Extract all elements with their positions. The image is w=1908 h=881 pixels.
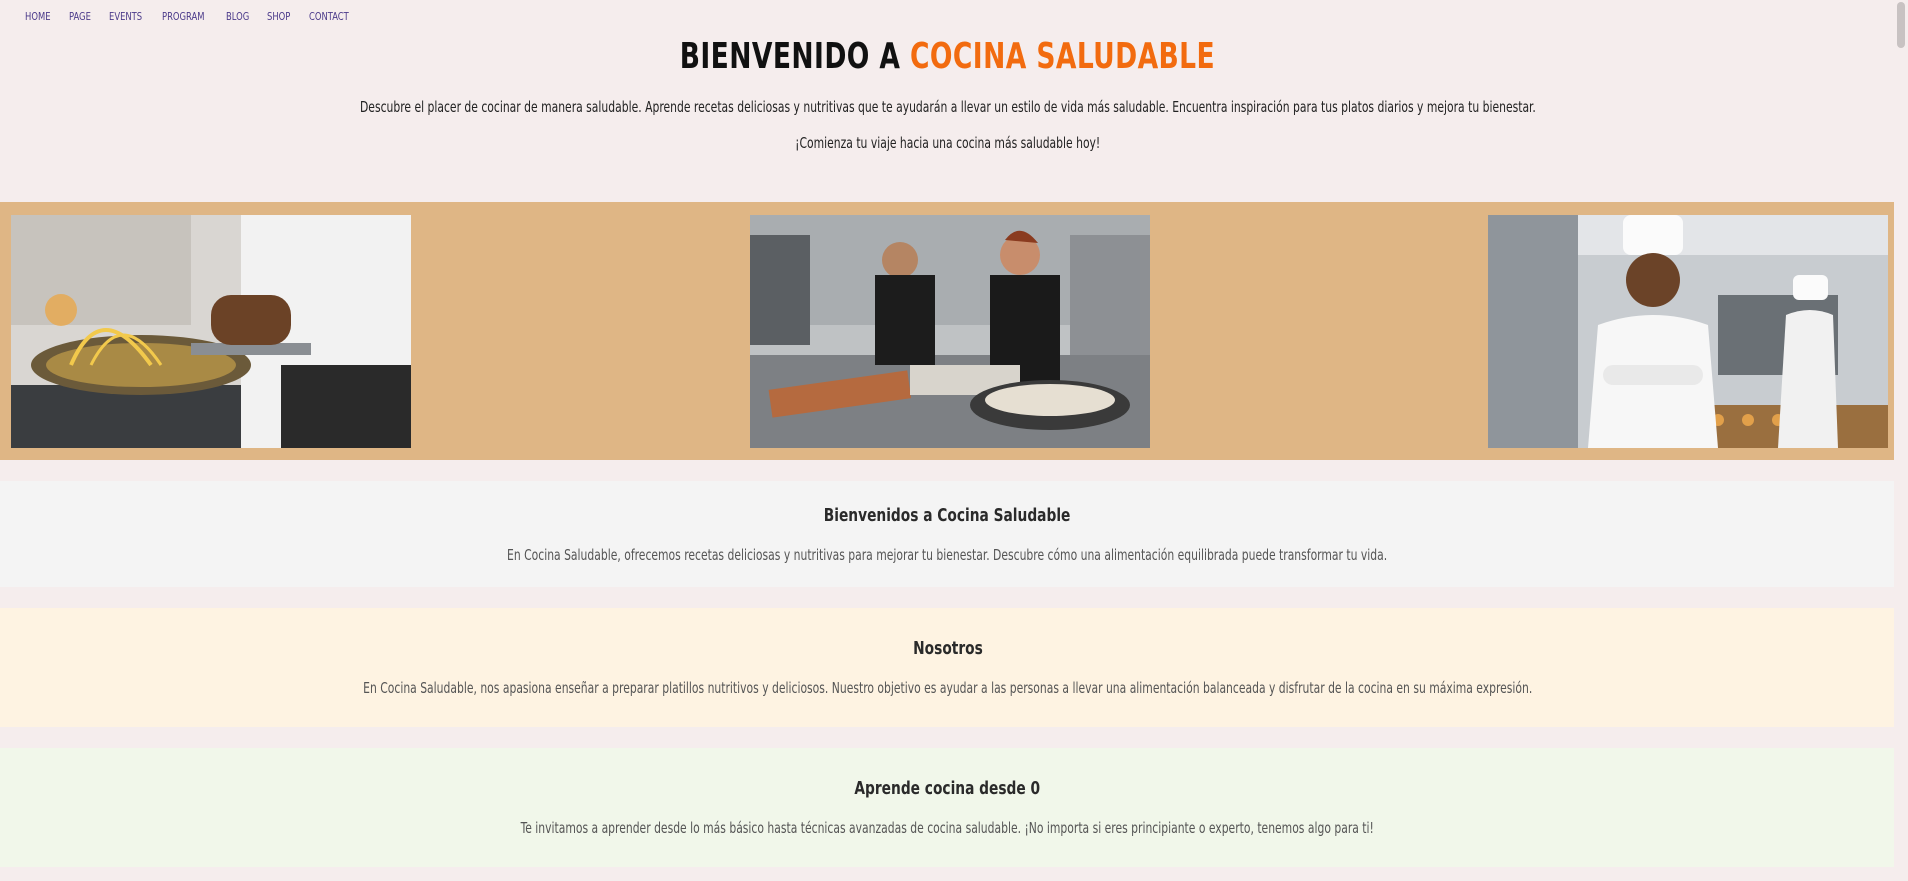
about-section: Nosotros En Cocina Saludable, nos apasio… — [0, 608, 1895, 727]
cooks-preparing-food-photo — [750, 215, 1150, 448]
page-title: BIENVENIDO A COCINA SALUDABLE — [680, 36, 1215, 77]
nav-home-link[interactable]: HOME — [25, 10, 51, 23]
wok-cooking-photo — [11, 215, 411, 448]
welcome-section: Bienvenidos a Cocina Saludable En Cocina… — [0, 481, 1895, 587]
nav-shop-link[interactable]: SHOP — [267, 10, 290, 23]
page-scrollbar[interactable] — [1894, 0, 1908, 881]
smiling-chef-photo — [1488, 215, 1888, 448]
title-accent: COCINA SALUDABLE — [910, 36, 1216, 77]
nav-events-link[interactable]: EVENTS — [109, 10, 142, 23]
learn-heading: Aprende cocina desde 0 — [854, 778, 1041, 799]
photo-gallery — [0, 202, 1895, 460]
welcome-heading: Bienvenidos a Cocina Saludable — [824, 505, 1071, 526]
nav-blog-link[interactable]: BLOG — [226, 10, 249, 23]
hero-section: BIENVENIDO A COCINA SALUDABLE Descubre e… — [0, 36, 1895, 152]
nav-contact-link[interactable]: CONTACT — [309, 10, 349, 23]
about-text: En Cocina Saludable, nos apasiona enseña… — [362, 679, 1533, 697]
title-prefix: BIENVENIDO A — [679, 36, 911, 77]
learn-section: Aprende cocina desde 0 Te invitamos a ap… — [0, 748, 1895, 867]
top-navigation: HOME PAGE EVENTS PROGRAM BLOG SHOP CONTA… — [25, 10, 370, 23]
hero-call-to-action-text: ¡Comienza tu viaje hacia una cocina más … — [794, 134, 1101, 152]
learn-text: Te invitamos a aprender desde lo más bás… — [520, 819, 1375, 837]
hero-intro-text: Descubre el placer de cocinar de manera … — [359, 98, 1536, 116]
nav-page-link[interactable]: PAGE — [69, 10, 91, 23]
scrollbar-thumb[interactable] — [1897, 2, 1905, 48]
about-heading: Nosotros — [912, 638, 983, 659]
welcome-text: En Cocina Saludable, ofrecemos recetas d… — [507, 546, 1388, 564]
nav-program-link[interactable]: PROGRAM — [162, 10, 205, 23]
